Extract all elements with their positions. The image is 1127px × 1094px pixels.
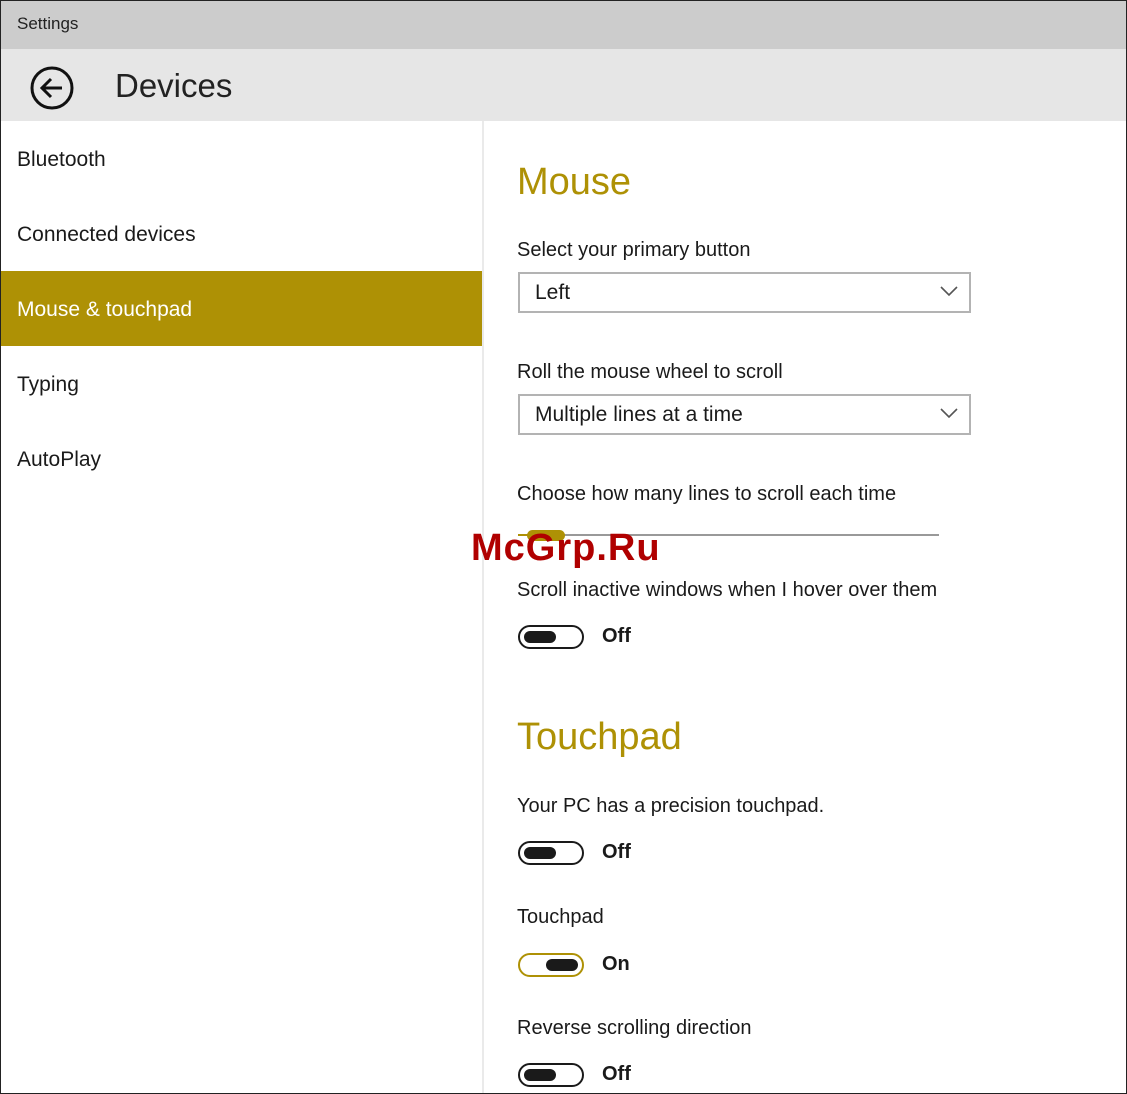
toggle-switch [518,1063,584,1087]
touchpad-section-title: Touchpad [517,716,682,758]
toggle-switch [518,625,584,649]
toggle-knob [546,959,578,971]
toggle-knob [524,631,556,643]
window-title: Settings [17,14,79,33]
chevron-down-icon [940,408,958,419]
chevron-down-icon [940,286,958,297]
mouse-section-title: Mouse [517,161,632,203]
toggle-switch [518,953,584,977]
sidebar-item-typing[interactable]: Typing [1,346,482,421]
sidebar-item-label: Mouse & touchpad [17,298,193,321]
sidebar-item-mouse-touchpad[interactable]: Mouse & touchpad [1,271,482,346]
settings-content: Mouse Select your primary button Left Ro… [484,121,1126,1093]
primary-button-dropdown[interactable]: Left [518,272,971,313]
precision-touchpad-toggle[interactable]: Off [518,841,718,867]
reverse-scrolling-label: Reverse scrolling direction [517,1017,752,1039]
touchpad-label: Touchpad [517,906,604,928]
watermark-text: McGrp.Ru [471,527,661,569]
page-header: Devices [1,49,1126,121]
primary-button-value: Left [535,281,571,304]
sidebar-item-label: Connected devices [17,223,196,246]
toggle-state: Off [602,841,631,863]
scroll-lines-label: Choose how many lines to scroll each tim… [517,483,897,505]
touchpad-toggle[interactable]: On [518,953,718,979]
sidebar: Bluetooth Connected devices Mouse & touc… [1,121,484,1093]
page-title: Devices [115,67,233,104]
scroll-inactive-toggle[interactable]: Off [518,625,718,651]
wheel-scroll-label: Roll the mouse wheel to scroll [517,361,783,383]
toggle-state: Off [602,625,631,647]
sidebar-item-label: Bluetooth [17,148,106,171]
primary-button-label: Select your primary button [517,239,751,261]
sidebar-item-connected-devices[interactable]: Connected devices [1,196,482,271]
sidebar-item-bluetooth[interactable]: Bluetooth [1,121,482,196]
toggle-state: On [602,953,630,975]
scroll-inactive-label: Scroll inactive windows when I hover ove… [517,579,938,601]
wheel-scroll-dropdown[interactable]: Multiple lines at a time [518,394,971,435]
toggle-knob [524,847,556,859]
wheel-scroll-value: Multiple lines at a time [535,403,743,426]
precision-touchpad-label: Your PC has a precision touchpad. [517,795,825,817]
toggle-knob [524,1069,556,1081]
sidebar-item-label: AutoPlay [17,448,102,471]
toggle-switch [518,841,584,865]
title-bar: Settings [1,1,1126,49]
settings-window: Settings Devices Bluetooth Connected dev… [0,0,1127,1094]
back-arrow-icon [30,66,74,110]
sidebar-item-autoplay[interactable]: AutoPlay [1,421,482,496]
reverse-scrolling-toggle[interactable]: Off [518,1063,718,1089]
toggle-state: Off [602,1063,631,1085]
back-button[interactable] [29,65,75,111]
sidebar-item-label: Typing [17,373,79,396]
